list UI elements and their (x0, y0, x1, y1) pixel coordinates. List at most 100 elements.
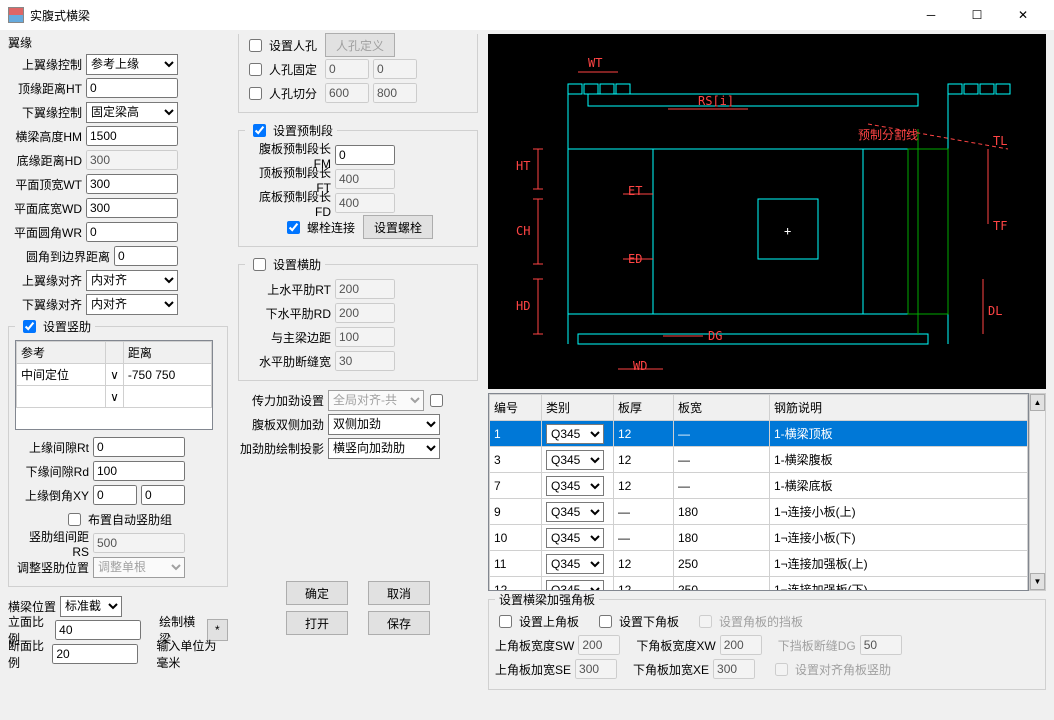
cat-select[interactable]: Q345 (546, 554, 604, 574)
sect-input[interactable] (52, 644, 138, 664)
xe-input (713, 659, 755, 679)
cat-select[interactable]: Q345 (546, 528, 604, 548)
edge-input (335, 327, 395, 347)
bot-corner-checkbox[interactable] (599, 615, 612, 628)
rt-label: 上缘间隙Rt (15, 439, 93, 456)
rs-input (93, 533, 185, 553)
fix1-input (325, 59, 369, 79)
stiff-label: 设置竖肋 (43, 318, 91, 335)
manhole-checkbox[interactable] (249, 39, 262, 52)
stiff-grid[interactable]: 参考距离 中间定位∨-750 750 ∨ (15, 340, 213, 430)
xw-input (720, 635, 762, 655)
cut1-input (325, 83, 369, 103)
manhole-cut-checkbox[interactable] (249, 87, 262, 100)
dg-input (860, 635, 902, 655)
table-row[interactable]: 3Q34512—1-横梁腹板 (490, 447, 1028, 473)
close-button[interactable]: ✕ (1000, 0, 1046, 30)
force-checkbox[interactable] (430, 394, 443, 407)
hm-label: 横梁高度HM (8, 128, 86, 145)
cad-preview: WT RS[i] 预制分割线 TL HT ET CH ED TF HD DG D… (488, 34, 1046, 389)
bolt-button[interactable]: 设置螺栓 (363, 215, 433, 239)
bot-ctrl-label: 下翼缘控制 (8, 104, 86, 121)
adj-select: 调整单根 (93, 557, 185, 578)
manhole-label: 设置人孔 (269, 37, 317, 54)
bot-ctrl-select[interactable]: 固定梁高 (86, 102, 178, 123)
save-button[interactable]: 保存 (368, 611, 430, 635)
ht-input[interactable] (86, 78, 178, 98)
rd-input[interactable] (93, 461, 185, 481)
trans-checkbox[interactable] (253, 258, 266, 271)
fd-input (335, 193, 395, 213)
cat-select[interactable]: Q345 (546, 502, 604, 522)
pos-select[interactable]: 标准截 (60, 596, 122, 617)
cat-select[interactable]: Q345 (546, 580, 604, 592)
wr-label: 平面圆角WR (8, 224, 86, 241)
xy2-input[interactable] (141, 485, 185, 505)
hm-input[interactable] (86, 126, 178, 146)
table-row[interactable]: 9Q345—1801¬连接小板(上) (490, 499, 1028, 525)
wr-input[interactable] (86, 222, 178, 242)
rt-input[interactable] (93, 437, 185, 457)
table-scrollbar[interactable]: ▲ ▼ (1029, 393, 1046, 591)
corner-group-label: 设置横梁加强角板 (495, 591, 599, 608)
window-title: 实腹式横梁 (30, 7, 908, 24)
scroll-down-icon[interactable]: ▼ (1030, 573, 1045, 590)
hd-label: 底缘距离HD (8, 152, 86, 169)
manhole-def-button: 人孔定义 (325, 33, 395, 57)
wt-label: 平面顶宽WT (8, 176, 86, 193)
web-select[interactable]: 双侧加劲 (328, 414, 440, 435)
sect-label: 断面比例 (8, 637, 52, 671)
fix2-input (373, 59, 417, 79)
top-align-select[interactable]: 内对齐 (86, 270, 178, 291)
app-icon (8, 7, 24, 23)
auto-stiff-checkbox[interactable] (68, 513, 81, 526)
prefab-checkbox[interactable] (253, 124, 266, 137)
hd-input (86, 150, 178, 170)
table-row[interactable]: 10Q345—1801¬连接小板(下) (490, 525, 1028, 551)
maximize-button[interactable]: ☐ (954, 0, 1000, 30)
bolt-checkbox[interactable] (287, 221, 300, 234)
sw-input (578, 635, 620, 655)
ft-input (335, 169, 395, 189)
table-row[interactable]: 12Q345122501¬连接加强板(下) (490, 577, 1028, 592)
top-corner-checkbox[interactable] (499, 615, 512, 628)
bot-align-select[interactable]: 内对齐 (86, 294, 178, 315)
xy1-input[interactable] (93, 485, 137, 505)
elev-input[interactable] (55, 620, 141, 640)
rs-label: 竖肋组间距RS (15, 528, 93, 559)
table-row[interactable]: 7Q34512—1-横梁底板 (490, 473, 1028, 499)
cat-select[interactable]: Q345 (546, 450, 604, 470)
gap-input (335, 351, 395, 371)
adj-label: 调整竖肋位置 (15, 559, 93, 576)
table-row[interactable]: 11Q345122501¬连接加强板(上) (490, 551, 1028, 577)
scroll-up-icon[interactable]: ▲ (1030, 394, 1045, 411)
bot-align-label: 下翼缘对齐 (8, 296, 86, 313)
xy-label: 上缘倒角XY (15, 487, 93, 504)
trt-input (335, 279, 395, 299)
flange-group-label: 翼缘 (8, 34, 228, 51)
wt-input[interactable] (86, 174, 178, 194)
wd-input[interactable] (86, 198, 178, 218)
ok-button[interactable]: 确定 (286, 581, 348, 605)
manhole-fix-checkbox[interactable] (249, 63, 262, 76)
ht-label: 顶缘距离HT (8, 80, 86, 97)
corner-label: 圆角到边界距离 (8, 248, 114, 265)
cat-select[interactable]: Q345 (546, 476, 604, 496)
proj-select[interactable]: 横竖向加劲肋 (328, 438, 440, 459)
table-row[interactable]: 1Q34512—1-横梁顶板 (490, 421, 1028, 447)
fm-input[interactable] (335, 145, 395, 165)
top-align-label: 上翼缘对齐 (8, 272, 86, 289)
plate-table[interactable]: 编号 类别 板厚 板宽 钢筋说明 1Q34512—1-横梁顶板3Q34512—1… (488, 393, 1029, 591)
cat-select[interactable]: Q345 (546, 424, 604, 444)
pos-label: 横梁位置 (8, 598, 60, 615)
cancel-button[interactable]: 取消 (368, 581, 430, 605)
corner-input[interactable] (114, 246, 178, 266)
top-ctrl-label: 上翼缘控制 (8, 56, 86, 73)
auto-stiff-label: 布置自动竖肋组 (88, 511, 172, 528)
minimize-button[interactable]: ─ (908, 0, 954, 30)
open-button[interactable]: 打开 (286, 611, 348, 635)
rd-label: 下缘间隙Rd (15, 463, 93, 480)
force-select: 全局对齐-共 (328, 390, 424, 411)
stiff-checkbox[interactable] (23, 320, 36, 333)
top-ctrl-select[interactable]: 参考上缘 (86, 54, 178, 75)
